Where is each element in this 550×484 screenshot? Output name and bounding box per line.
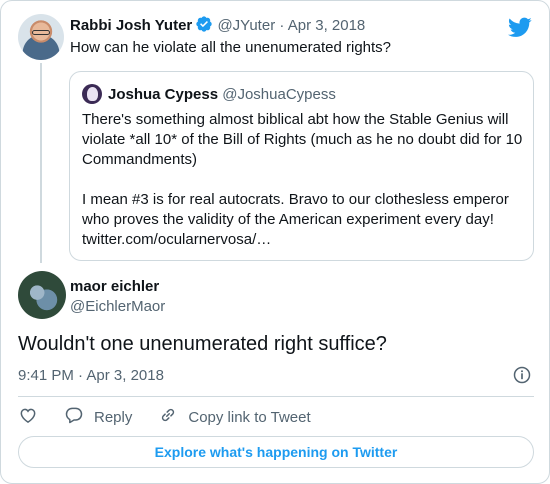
verified-badge-icon <box>195 15 213 37</box>
heart-icon <box>18 405 38 429</box>
thread-connector-line <box>40 63 42 263</box>
parent-handle[interactable]: @JYuter <box>217 17 275 34</box>
parent-separator: · <box>279 17 285 34</box>
main-handle[interactable]: @EichlerMaor <box>70 298 165 315</box>
main-tweet-separator: · <box>78 367 84 384</box>
copy-link-label: Copy link to Tweet <box>188 408 311 426</box>
reply-icon <box>64 405 94 429</box>
main-author-name[interactable]: maor eichler <box>70 278 159 295</box>
quoted-tweet[interactable]: Joshua Cypess @JoshuaCypess There's some… <box>69 71 534 261</box>
tweet-actions: Reply Copy link to Tweet <box>18 406 337 428</box>
parent-author-name[interactable]: Rabbi Josh Yuter <box>70 17 192 34</box>
parent-tweet-text: How can he violate all the unenumerated … <box>70 39 392 56</box>
quoted-paragraph-2: I mean #3 is for real autocrats. Bravo t… <box>82 191 509 248</box>
main-tweet-timestamp[interactable]: 9:41 PM · Apr 3, 2018 <box>18 367 164 384</box>
reply-label: Reply <box>94 408 133 426</box>
like-button[interactable] <box>18 405 38 429</box>
copy-link-button[interactable]: Copy link to Tweet <box>158 405 311 429</box>
avatar-rabbi-josh-yuter[interactable] <box>18 14 64 60</box>
explore-twitter-button[interactable]: Explore what's happening on Twitter <box>18 436 534 468</box>
main-tweet-date: Apr 3, 2018 <box>86 367 164 384</box>
avatar-maor-eichler[interactable] <box>18 271 66 319</box>
twitter-bird-icon[interactable] <box>507 15 532 44</box>
info-icon[interactable] <box>512 365 532 390</box>
quoted-tweet-text: There's something almost biblical abt ho… <box>82 110 524 250</box>
main-tweet-time: 9:41 PM <box>18 367 74 384</box>
parent-date[interactable]: Apr 3, 2018 <box>288 17 366 34</box>
embedded-tweet-card: Rabbi Josh Yuter @JYuter · Apr 3, 2018 H… <box>0 0 550 484</box>
parent-tweet-header: Rabbi Josh Yuter @JYuter · Apr 3, 2018 <box>70 15 365 37</box>
quoted-author-name: Joshua Cypess <box>108 86 219 103</box>
quoted-paragraph-1: There's something almost biblical abt ho… <box>82 111 523 168</box>
link-icon <box>158 405 188 429</box>
reply-button[interactable]: Reply <box>64 405 132 429</box>
divider <box>18 396 534 397</box>
avatar-joshua-cypess <box>82 84 102 104</box>
main-tweet-text: Wouldn't one unenumerated right suffice? <box>18 333 387 355</box>
quoted-tweet-header: Joshua Cypess @JoshuaCypess <box>108 86 336 103</box>
quoted-handle: @JoshuaCypess <box>222 86 336 103</box>
